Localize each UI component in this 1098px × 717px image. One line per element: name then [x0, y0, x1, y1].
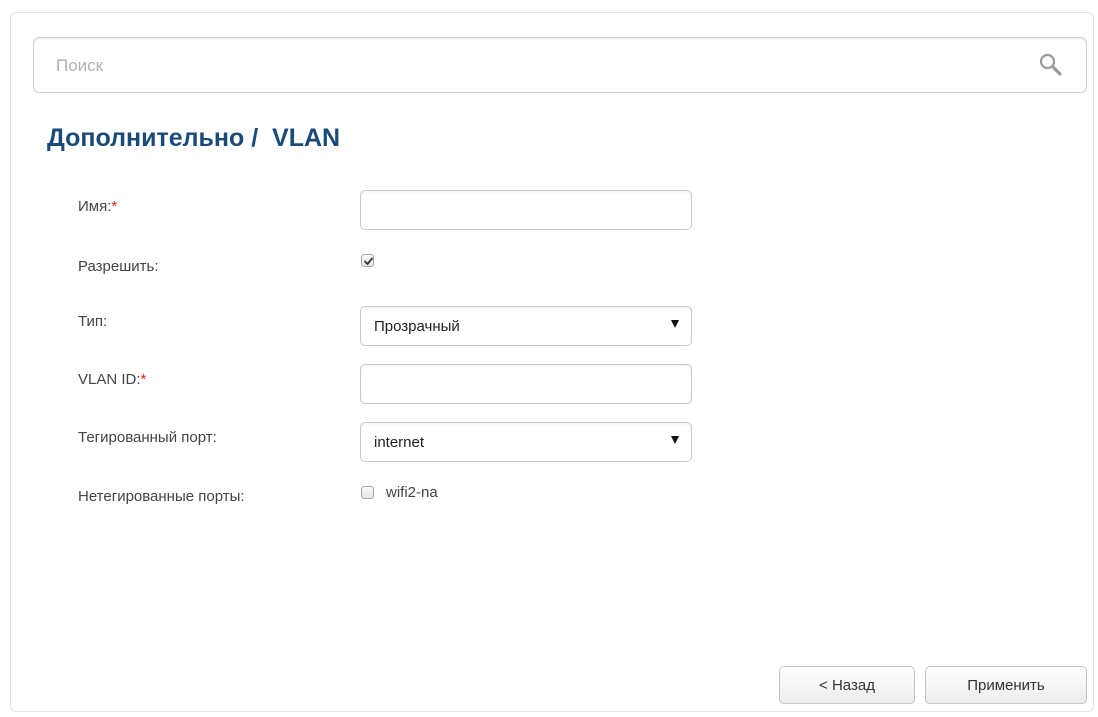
type-select[interactable]: Прозрачный	[360, 306, 692, 346]
untagged-port-label-wifi2-na: wifi2-na	[386, 484, 438, 501]
apply-button[interactable]: Применить	[925, 666, 1087, 704]
required-mark: *	[111, 198, 118, 215]
tagged-port-select-value: internet	[374, 434, 425, 451]
vlan-id-field[interactable]	[360, 364, 692, 404]
top-strip	[0, 0, 1098, 12]
checkmark-icon	[364, 257, 373, 265]
untagged-port-checkbox-wifi2-na[interactable]	[361, 486, 374, 499]
name-label-text: Имя:	[78, 198, 112, 215]
untagged-ports-label: Нетегированные порты:	[78, 488, 245, 505]
enable-label: Разрешить:	[78, 258, 159, 275]
type-label: Тип:	[78, 313, 108, 330]
required-mark: *	[140, 371, 147, 388]
name-label: Имя:*	[78, 198, 117, 215]
search-input[interactable]	[54, 38, 1018, 94]
name-field[interactable]	[360, 190, 692, 230]
dropdown-arrow-icon	[671, 436, 679, 444]
type-select-value: Прозрачный	[374, 318, 460, 335]
back-button[interactable]: < Назад	[779, 666, 915, 704]
vlan-id-label: VLAN ID:*	[78, 371, 146, 388]
vlan-id-label-text: VLAN ID:	[78, 371, 141, 388]
tagged-port-label: Тегированный порт:	[78, 429, 217, 446]
tagged-port-select[interactable]: internet	[360, 422, 692, 462]
enable-checkbox[interactable]	[361, 254, 374, 267]
dropdown-arrow-icon	[671, 320, 679, 328]
search-icon[interactable]	[1038, 52, 1064, 78]
page-title: Дополнительно / VLAN	[47, 124, 341, 152]
content-panel	[10, 12, 1094, 712]
search-bar[interactable]	[33, 37, 1087, 94]
